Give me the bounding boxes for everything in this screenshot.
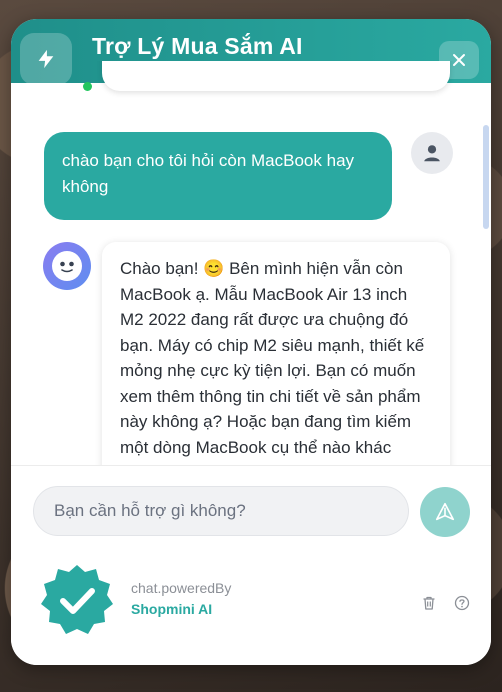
send-icon — [435, 502, 455, 521]
chat-widget: Trợ Lý Mua Sắm AI chào bạn cho tôi hỏi c… — [11, 19, 491, 665]
message-input[interactable] — [33, 486, 409, 536]
trash-icon — [423, 596, 435, 610]
help-button[interactable] — [451, 592, 473, 614]
help-icon — [454, 595, 470, 611]
send-button[interactable] — [420, 487, 470, 537]
composer-area: chat.poweredBy Shopmini AI — [11, 465, 491, 665]
user-avatar — [411, 132, 453, 174]
chat-title: Trợ Lý Mua Sắm AI — [92, 33, 303, 59]
powered-by-label: chat.poweredBy — [131, 580, 232, 596]
user-icon — [424, 145, 440, 162]
previous-message-bubble — [102, 61, 450, 91]
verified-check-icon — [41, 565, 113, 634]
message-scrollbar[interactable] — [483, 125, 489, 229]
bot-avatar — [43, 242, 91, 290]
message-list[interactable]: chào bạn cho tôi hỏi còn MacBook hay khô… — [11, 61, 491, 465]
user-message: chào bạn cho tôi hỏi còn MacBook hay khô… — [44, 132, 392, 220]
bot-face-icon — [52, 251, 82, 281]
brand-name: Shopmini AI — [131, 601, 213, 617]
clear-chat-button[interactable] — [418, 592, 440, 614]
assistant-message: Chào bạn! 😊 Bên mình hiện vẫn còn MacBoo… — [102, 242, 450, 465]
online-status-dot — [83, 82, 92, 91]
